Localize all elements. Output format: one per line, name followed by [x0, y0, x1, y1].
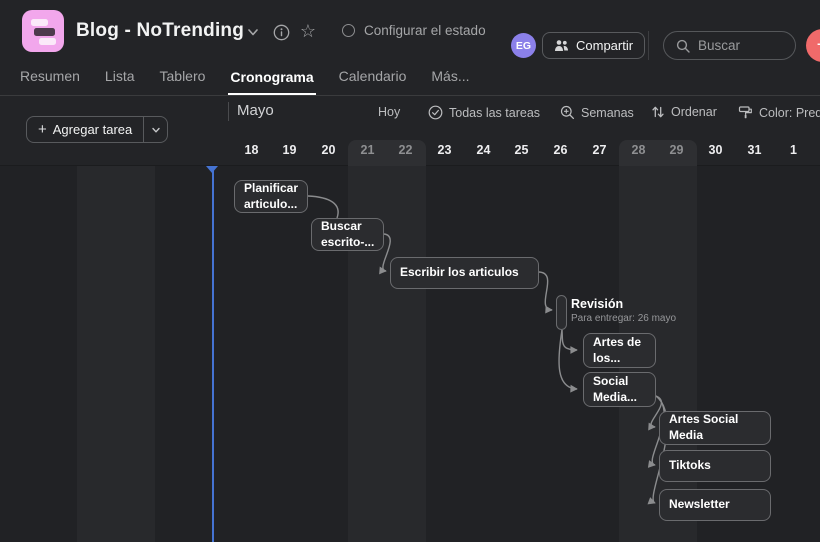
task-bar[interactable]: Tiktoks	[659, 450, 771, 482]
date-cell: 27	[580, 143, 619, 157]
paint-roller-icon	[738, 105, 753, 120]
chevron-down-icon[interactable]	[245, 24, 261, 40]
date-cell: 31	[735, 143, 774, 157]
logo-bar	[31, 19, 48, 26]
sort-button[interactable]: Ordenar	[651, 105, 717, 119]
search-input[interactable]: Buscar	[663, 31, 796, 60]
project-logo-icon[interactable]	[22, 10, 64, 52]
avatar[interactable]: EG	[511, 33, 536, 58]
filter-tasks-button[interactable]: Todas las tareas	[428, 105, 540, 120]
timeline-toolbar: + Agregar tarea Mayo Hoy Todas las tarea…	[0, 96, 820, 138]
task-bar[interactable]: Planificar articulo...	[234, 180, 308, 213]
date-cell: 26	[541, 143, 580, 157]
task-bar[interactable]: Newsletter	[659, 489, 771, 521]
task-bar[interactable]: Artes de los...	[583, 333, 656, 368]
chevron-down-icon	[151, 125, 161, 135]
today-marker-icon	[206, 166, 218, 173]
set-status-button[interactable]: Configurar el estado	[342, 23, 486, 38]
color-button[interactable]: Color: Prede	[738, 105, 820, 120]
top-bar: Blog - NoTrending ☆ Configurar el estado…	[0, 0, 820, 62]
milestone-label[interactable]: Revisión	[571, 297, 623, 311]
task-bar[interactable]: Artes Social Media	[659, 411, 771, 445]
month-tick	[228, 102, 229, 121]
page-title: Blog - NoTrending	[76, 20, 244, 42]
date-cell: 28	[619, 143, 658, 157]
status-circle-icon	[342, 24, 355, 37]
zoom-level-button[interactable]: Semanas	[560, 105, 634, 120]
task-bar[interactable]: Social Media...	[583, 372, 656, 407]
date-cell: 24	[464, 143, 503, 157]
date-cell: 1	[774, 143, 813, 157]
people-icon	[554, 39, 569, 52]
sort-label: Ordenar	[671, 105, 717, 119]
star-icon[interactable]: ☆	[298, 21, 318, 41]
date-cell: 25	[502, 143, 541, 157]
today-line	[212, 166, 214, 542]
create-button[interactable]: +	[806, 29, 820, 62]
sort-icon	[651, 105, 665, 119]
date-cell: 22	[386, 143, 425, 157]
info-icon[interactable]	[272, 23, 290, 41]
tab-resumen[interactable]: Resumen	[18, 68, 82, 95]
date-cell: 23	[425, 143, 464, 157]
timeline-app: Blog - NoTrending ☆ Configurar el estado…	[0, 0, 820, 542]
tab-tablero[interactable]: Tablero	[158, 68, 208, 95]
search-icon	[676, 39, 690, 53]
date-cell: 19	[270, 143, 309, 157]
today-label: Hoy	[378, 105, 400, 119]
date-cell: 21	[348, 143, 387, 157]
search-placeholder: Buscar	[698, 38, 740, 53]
add-task-label: Agregar tarea	[53, 122, 133, 137]
gantt-chart: Planificar articulo... Buscar escrito-..…	[0, 166, 820, 542]
share-label: Compartir	[576, 38, 633, 53]
date-header: 18 19 20 21 22 23 24 25 26 27 28 29 30 3…	[0, 138, 820, 166]
check-circle-icon	[428, 105, 443, 120]
date-cell: 29	[657, 143, 696, 157]
date-cell: 30	[696, 143, 735, 157]
task-bar[interactable]: Buscar escrito-...	[311, 218, 384, 251]
task-bar[interactable]: Escribir los articulos	[390, 257, 539, 289]
today-button[interactable]: Hoy	[378, 105, 400, 119]
tab-mas[interactable]: Más...	[429, 68, 471, 95]
share-button[interactable]: Compartir	[542, 32, 645, 59]
weekend-band	[77, 166, 155, 542]
tab-cronograma[interactable]: Cronograma	[228, 69, 315, 95]
status-label: Configurar el estado	[364, 23, 486, 38]
logo-bar	[39, 38, 56, 45]
milestone-due-date: Para entregar: 26 mayo	[571, 313, 676, 324]
color-label: Color: Prede	[759, 106, 820, 120]
tab-calendario[interactable]: Calendario	[337, 68, 409, 95]
divider	[648, 31, 649, 60]
tab-lista[interactable]: Lista	[103, 68, 137, 95]
logo-bar	[34, 28, 55, 36]
zoom-label: Semanas	[581, 106, 634, 120]
filter-label: Todas las tareas	[449, 106, 540, 120]
date-cell: 20	[309, 143, 348, 157]
milestone-bar[interactable]	[556, 295, 567, 330]
month-label: Mayo	[237, 102, 274, 119]
project-tabs: Resumen Lista Tablero Cronograma Calenda…	[0, 62, 820, 96]
date-cell: 18	[232, 143, 271, 157]
zoom-icon	[560, 105, 575, 120]
plus-icon: +	[38, 121, 47, 138]
